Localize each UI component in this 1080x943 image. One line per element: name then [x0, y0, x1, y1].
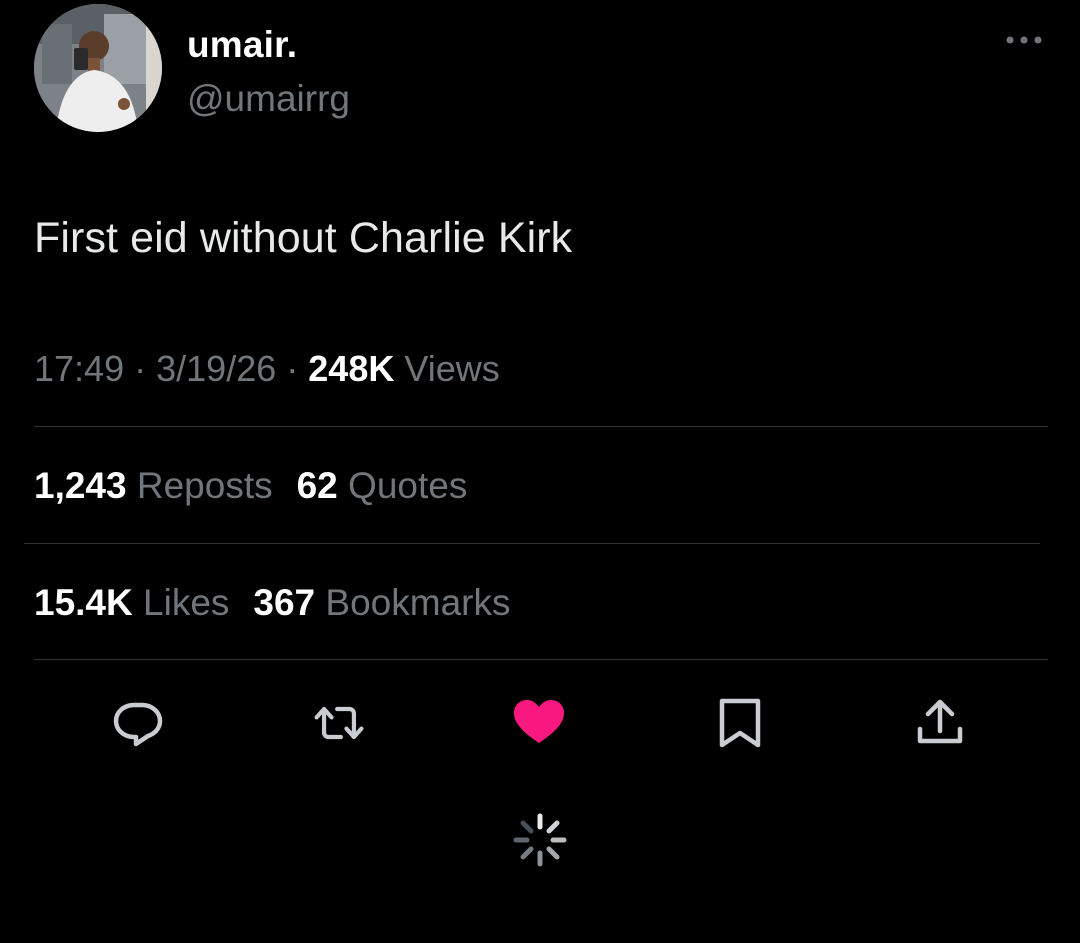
tweet-date[interactable]: 3/19/26: [156, 348, 276, 389]
repost-button[interactable]: [311, 695, 367, 751]
reply-icon: [113, 702, 163, 747]
like-button[interactable]: [511, 695, 567, 751]
tweet-text: First eid without Charlie Kirk: [34, 214, 573, 262]
spinner-icon: [513, 813, 567, 867]
meta-separator: ·: [286, 348, 299, 389]
quotes-stat[interactable]: 62 Quotes: [297, 465, 468, 506]
views-label: Views: [404, 348, 500, 389]
bookmarks-count: 367: [253, 582, 316, 623]
tweet-detail-view: umair. @umairrg First eid without Charli…: [0, 0, 1080, 943]
bookmarks-label: Bookmarks: [325, 582, 511, 623]
quotes-label: Quotes: [348, 465, 468, 506]
likes-count: 15.4K: [34, 582, 133, 623]
quotes-count: 62: [296, 465, 338, 506]
reposts-count: 1,243: [34, 465, 127, 506]
tweet-time: 17:49: [34, 348, 125, 389]
author-handle[interactable]: @umairrg: [187, 78, 350, 120]
bookmark-icon: [719, 698, 761, 748]
more-options-button[interactable]: [1000, 28, 1050, 52]
like-bookmark-stats: 15.4K Likes 367 Bookmarks: [34, 582, 510, 624]
divider: [24, 543, 1040, 544]
bookmark-button[interactable]: [712, 695, 768, 751]
more-dots-icon: [1006, 36, 1042, 44]
tweet-meta: 17:49 · 3/19/26 · 248K Views: [34, 348, 500, 390]
reposts-label: Reposts: [136, 465, 273, 506]
repost-quote-stats: 1,243 Reposts 62 Quotes: [34, 465, 467, 507]
likes-stat[interactable]: 15.4K Likes: [34, 582, 229, 623]
share-icon: [917, 699, 963, 744]
reposts-stat[interactable]: 1,243 Reposts: [34, 465, 273, 506]
heart-icon: [514, 700, 564, 743]
loading-spinner: [512, 812, 568, 868]
bookmarks-stat[interactable]: 367 Bookmarks: [253, 582, 510, 623]
author-display-name[interactable]: umair.: [187, 24, 297, 66]
likes-label: Likes: [143, 582, 230, 623]
avatar-image: [34, 4, 162, 132]
avatar[interactable]: [34, 4, 162, 132]
divider: [34, 659, 1048, 660]
reply-button[interactable]: [110, 695, 166, 751]
repost-icon: [314, 706, 364, 740]
meta-separator: ·: [134, 348, 147, 389]
views-count: 248K: [308, 348, 395, 389]
share-button[interactable]: [912, 695, 968, 751]
divider: [34, 426, 1048, 427]
